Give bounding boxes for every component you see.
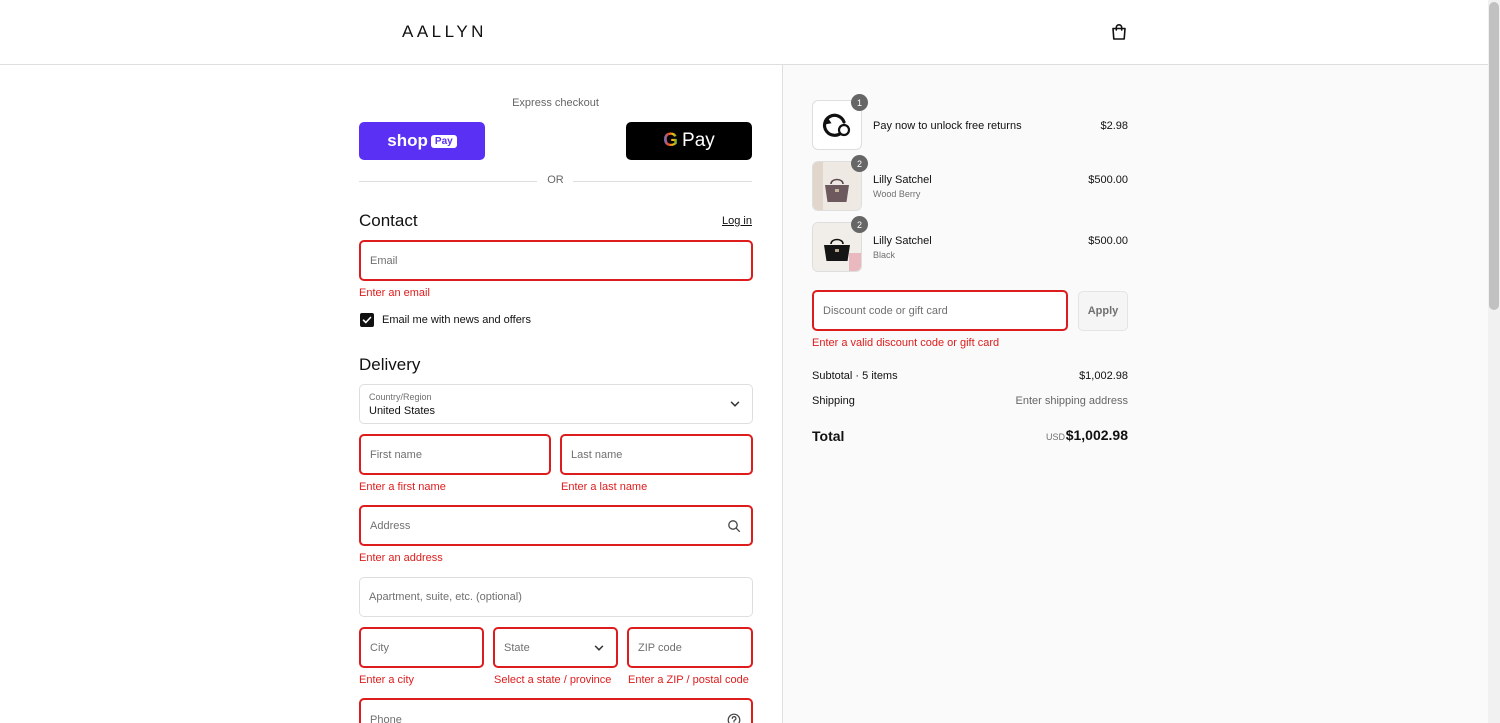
country-value: United States [369,405,436,417]
brand-logo[interactable]: AALLYN [402,22,487,42]
last-name-placeholder: Last name [571,448,623,461]
country-select[interactable]: Country/Region United States [359,384,753,424]
apartment-field[interactable]: Apartment, suite, etc. (optional) [359,577,753,617]
shop-pay-button[interactable]: shop Pay [359,122,485,160]
email-error: Enter an email [359,287,430,299]
shipping-label: Shipping [812,395,855,407]
email-placeholder: Email [370,254,398,267]
address-error: Enter an address [359,552,443,564]
first-name-field[interactable]: First name [359,434,551,475]
contact-title: Contact [359,211,418,230]
help-icon[interactable] [727,713,741,723]
zip-placeholder: ZIP code [638,641,682,654]
address-placeholder: Address [370,519,411,532]
item-price: $500.00 [1088,174,1128,186]
or-divider: OR [359,174,752,188]
phone-placeholder: Phone [370,714,402,723]
apartment-placeholder: Apartment, suite, etc. (optional) [369,591,522,603]
cart-line-item: 1 Pay now to unlock free returns $2.98 [812,94,1128,150]
cart-line-item: 2 Lilly Satchel Wood Berry $500.00 [812,155,1128,211]
state-error: Select a state / province [494,674,612,686]
shopping-bag-icon[interactable] [1109,22,1129,42]
cart-line-item: 2 Lilly Satchel Black $500.00 [812,216,1128,272]
check-icon [362,316,372,324]
chevron-down-icon [730,401,740,407]
state-select[interactable]: State [493,627,618,668]
shipping-value: Enter shipping address [1015,395,1128,407]
zip-error: Enter a ZIP / postal code [628,674,749,686]
city-placeholder: City [370,641,389,654]
google-pay-text: Pay [682,130,715,151]
total-currency: USD [1045,432,1065,442]
newsletter-checkbox[interactable] [360,313,374,327]
quantity-badge: 2 [851,216,868,233]
apply-discount-button[interactable]: Apply [1078,291,1128,331]
zip-field[interactable]: ZIP code [627,627,753,668]
first-name-placeholder: First name [370,448,422,461]
subtotal-row: Subtotal · 5 items $1,002.98 [812,370,1128,382]
express-checkout-label: Express checkout [512,97,599,109]
chevron-down-icon [594,644,604,651]
search-icon [728,519,741,532]
item-price: $2.98 [1100,120,1128,132]
discount-placeholder: Discount code or gift card [823,304,948,317]
quantity-badge: 2 [851,155,868,172]
discount-code-field[interactable]: Discount code or gift card [812,290,1068,331]
subtotal-value: $1,002.98 [1079,370,1128,382]
state-placeholder: State [504,641,530,654]
country-label: Country/Region [369,392,432,402]
shop-pay-text: shop [387,131,428,150]
item-variant: Black [873,250,896,260]
google-g-icon: G [663,130,679,151]
subtotal-label: Subtotal · 5 items [812,370,898,382]
address-field[interactable]: Address [359,505,753,546]
item-name: Lilly Satchel [873,235,932,247]
delivery-title: Delivery [359,355,421,374]
phone-field[interactable]: Phone [359,698,753,723]
item-name: Lilly Satchel [873,174,932,186]
or-label: OR [547,174,564,186]
first-name-error: Enter a first name [359,481,446,493]
google-pay-button[interactable]: G Pay [626,122,752,160]
quantity-badge: 1 [851,94,868,111]
shop-pay-badge: Pay [430,134,457,148]
item-name: Pay now to unlock free returns [873,120,1022,132]
discount-error: Enter a valid discount code or gift card [812,337,1000,349]
login-link[interactable]: Log in [722,215,752,227]
email-field[interactable]: Email [359,240,753,281]
city-field[interactable]: City [359,627,484,668]
item-variant: Wood Berry [873,189,921,199]
total-label: Total [812,428,845,444]
shipping-row: Shipping Enter shipping address [812,395,1128,407]
last-name-error: Enter a last name [561,481,648,493]
last-name-field[interactable]: Last name [560,434,753,475]
newsletter-label: Email me with news and offers [382,314,531,326]
item-price: $500.00 [1088,235,1128,247]
city-error: Enter a city [359,674,415,686]
scrollbar-thumb[interactable] [1489,2,1499,310]
total-value: $1,002.98 [1065,427,1128,443]
site-header: AALLYN [0,0,1488,65]
